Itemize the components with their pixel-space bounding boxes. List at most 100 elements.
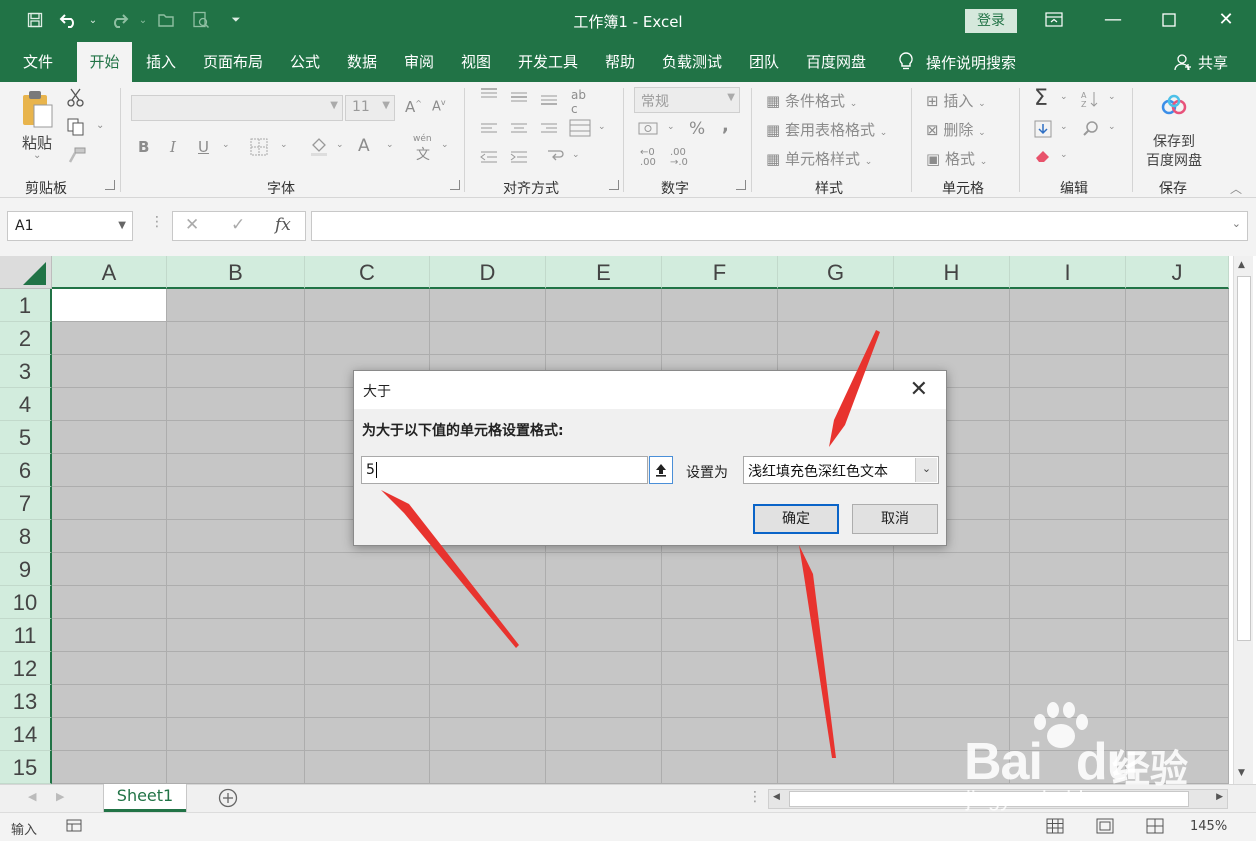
ok-button[interactable]: 确定	[753, 504, 839, 534]
page-break-view-icon[interactable]	[1146, 818, 1164, 838]
wrap-dropdown-icon[interactable]: ⌄	[572, 150, 580, 160]
italic-button[interactable]: I	[170, 138, 176, 156]
scroll-up-icon[interactable]: ▲	[1238, 260, 1245, 270]
align-top-icon[interactable]	[480, 88, 498, 106]
minimize-icon[interactable]: —	[1093, 6, 1133, 34]
formula-input[interactable]: ⌄	[311, 211, 1248, 241]
scroll-down-icon[interactable]: ▼	[1238, 768, 1245, 778]
autosum-button[interactable]: Σ	[1034, 86, 1048, 111]
font-color-dropdown-icon[interactable]: ⌄	[386, 140, 394, 150]
column-header-d[interactable]: D	[430, 256, 546, 289]
save-to-baidu-line1[interactable]: 保存到	[1153, 131, 1195, 151]
scroll-sheets-right-icon[interactable]: ▶	[56, 790, 64, 803]
baidu-netdisk-icon[interactable]	[1160, 94, 1188, 122]
paste-icon[interactable]	[20, 90, 54, 134]
row-header-11[interactable]: 11	[0, 619, 52, 652]
collapse-dialog-button[interactable]	[649, 456, 673, 484]
column-header-e[interactable]: E	[546, 256, 662, 289]
help-icon[interactable]: ?	[852, 379, 859, 394]
decrease-decimal-icon[interactable]: .00 →.0	[670, 148, 688, 168]
wrap-text-icon[interactable]	[546, 148, 566, 168]
scroll-right-icon[interactable]: ▶	[1216, 792, 1223, 802]
column-header-c[interactable]: C	[305, 256, 430, 289]
clear-dropdown-icon[interactable]: ⌄	[1060, 150, 1068, 160]
row-header-8[interactable]: 8	[0, 520, 52, 553]
sheet-tab-sheet1[interactable]: Sheet1	[104, 784, 186, 812]
tab-view[interactable]: 视图	[461, 42, 491, 82]
vertical-scroll-thumb[interactable]	[1237, 276, 1251, 641]
row-header-9[interactable]: 9	[0, 553, 52, 586]
percent-style-button[interactable]: %	[689, 119, 705, 139]
maximize-icon[interactable]	[1149, 6, 1189, 34]
row-header-10[interactable]: 10	[0, 586, 52, 619]
split-handle-icon[interactable]: ⋮	[748, 789, 762, 805]
scroll-left-icon[interactable]: ◀	[773, 792, 780, 802]
font-launcher-icon[interactable]	[450, 180, 460, 190]
save-to-baidu-line2[interactable]: 百度网盘	[1146, 150, 1202, 170]
row-header-4[interactable]: 4	[0, 388, 52, 421]
row-header-5[interactable]: 5	[0, 421, 52, 454]
horizontal-scroll-thumb[interactable]	[789, 791, 1189, 807]
font-color-button[interactable]: A	[358, 136, 370, 156]
decrease-indent-icon[interactable]	[480, 150, 498, 168]
decrease-font-size-icon[interactable]: Av	[432, 98, 446, 114]
tab-data[interactable]: 数据	[347, 42, 377, 82]
share-button[interactable]: 共享	[1174, 42, 1228, 82]
row-header-15[interactable]: 15	[0, 751, 52, 784]
new-sheet-icon[interactable]	[218, 788, 238, 812]
format-as-table-button[interactable]: ▦ 套用表格格式 ⌄	[766, 119, 887, 140]
tab-formulas[interactable]: 公式	[290, 42, 320, 82]
select-all-button[interactable]	[0, 256, 52, 289]
fill-color-icon[interactable]	[310, 137, 328, 161]
page-layout-view-icon[interactable]	[1096, 818, 1114, 838]
enter-entry-button[interactable]: ✓	[231, 215, 245, 235]
ribbon-display-icon[interactable]	[1034, 6, 1074, 34]
tab-file[interactable]: 文件	[23, 42, 53, 82]
row-header-6[interactable]: 6	[0, 454, 52, 487]
font-name-combo[interactable]: ▼	[131, 95, 343, 121]
copy-dropdown-icon[interactable]: ⌄	[96, 120, 104, 131]
align-middle-icon[interactable]	[510, 90, 528, 108]
cut-icon[interactable]	[67, 88, 85, 112]
column-header-f[interactable]: F	[662, 256, 778, 289]
fill-color-dropdown-icon[interactable]: ⌄	[336, 140, 344, 150]
clear-icon[interactable]	[1034, 148, 1052, 168]
active-cell[interactable]	[52, 289, 167, 321]
dialog-titlebar[interactable]: 大于 ? ✕	[354, 371, 946, 409]
normal-view-icon[interactable]	[1046, 818, 1064, 838]
comma-style-button[interactable]: ,	[722, 115, 729, 136]
phonetic-dropdown-icon[interactable]: ⌄	[441, 140, 449, 150]
phonetic-guide-button[interactable]: wén	[413, 134, 432, 144]
borders-icon[interactable]	[250, 138, 268, 160]
vertical-scrollbar[interactable]: ▲ ▼	[1233, 256, 1253, 784]
sort-filter-icon[interactable]: AZ	[1080, 90, 1102, 112]
collapse-ribbon-icon[interactable]: ︿	[1230, 180, 1242, 197]
align-center-icon[interactable]	[510, 122, 528, 140]
autosum-dropdown-icon[interactable]: ⌄	[1060, 92, 1068, 102]
alignment-launcher-icon[interactable]	[609, 180, 619, 190]
row-header-7[interactable]: 7	[0, 487, 52, 520]
row-header-1[interactable]: 1	[0, 289, 52, 322]
tab-help[interactable]: 帮助	[605, 42, 635, 82]
column-header-b[interactable]: B	[167, 256, 305, 289]
sort-dropdown-icon[interactable]: ⌄	[1108, 92, 1116, 102]
increase-decimal-icon[interactable]: ←0.00	[640, 148, 656, 168]
format-style-select[interactable]: 浅红填充色深红色文本 ⌄	[743, 456, 939, 484]
underline-dropdown-icon[interactable]: ⌄	[222, 140, 230, 150]
cancel-button[interactable]: 取消	[852, 504, 938, 534]
column-header-i[interactable]: I	[1010, 256, 1126, 289]
format-cells-button[interactable]: ▣ 格式 ⌄	[926, 148, 987, 169]
expand-formula-bar-icon[interactable]: ⌄	[1232, 217, 1241, 230]
tab-home[interactable]: 开始	[77, 42, 132, 82]
close-icon[interactable]: ✕	[1206, 6, 1246, 34]
fill-dropdown-icon[interactable]: ⌄	[1060, 122, 1068, 132]
chevron-down-icon[interactable]: ⌄	[915, 458, 937, 482]
number-launcher-icon[interactable]	[736, 180, 746, 190]
underline-button[interactable]: U	[198, 138, 209, 156]
tab-page-layout[interactable]: 页面布局	[203, 42, 263, 82]
column-header-a[interactable]: A	[52, 256, 167, 289]
macro-record-icon[interactable]	[66, 818, 82, 838]
fill-down-icon[interactable]	[1034, 120, 1052, 142]
tab-review[interactable]: 审阅	[404, 42, 434, 82]
paste-dropdown-icon[interactable]: ⌄	[33, 150, 41, 161]
